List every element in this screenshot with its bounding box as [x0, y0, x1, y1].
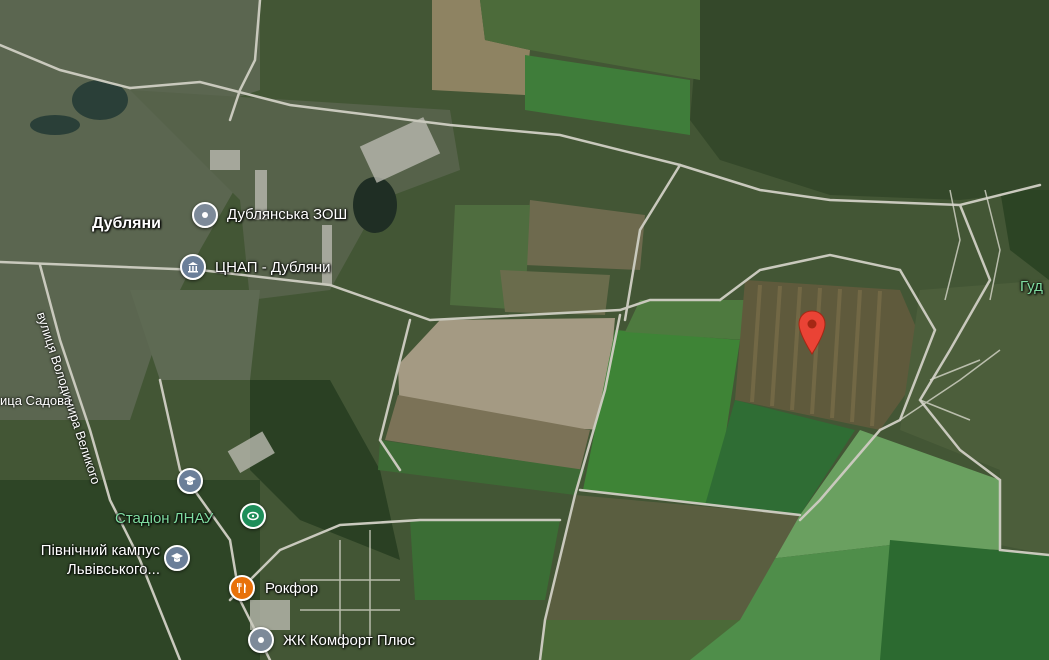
campus-poi-marker[interactable]: [177, 468, 203, 494]
field: [880, 540, 1049, 660]
field: [410, 520, 560, 600]
campus-label-line2[interactable]: Львівського...: [14, 561, 160, 579]
campus-label-line1[interactable]: Північний кампус: [14, 542, 160, 560]
graduation-cap-icon: [184, 476, 196, 485]
restaurant-poi-marker[interactable]: [229, 575, 255, 601]
residential-poi-marker[interactable]: [248, 627, 274, 653]
admin-center-label[interactable]: ЦНАП - Дубляни: [215, 259, 331, 277]
school-poi-marker[interactable]: [192, 202, 218, 228]
pond: [30, 115, 80, 135]
map-marker-icon[interactable]: [797, 310, 827, 356]
pond: [353, 177, 397, 233]
edge-place-label[interactable]: Гуд: [1020, 278, 1043, 296]
admin-center-poi-marker[interactable]: [180, 254, 206, 280]
field: [500, 270, 610, 315]
stadium-poi-marker[interactable]: [240, 503, 266, 529]
pin-icon: [258, 637, 264, 643]
stadium-label[interactable]: Стадіон ЛНАУ: [115, 510, 213, 528]
street-label-sadova: ица Садова: [0, 393, 72, 408]
stadium-icon: [247, 511, 259, 521]
residential-label[interactable]: ЖК Комфорт Плюс: [283, 632, 415, 650]
government-icon: [188, 262, 198, 273]
fork-knife-icon: [237, 583, 246, 593]
school-label[interactable]: Дублянська ЗОШ: [227, 206, 347, 224]
graduation-cap-icon: [171, 553, 183, 562]
town-label[interactable]: Дубляни: [92, 215, 161, 233]
pin-icon: [202, 212, 208, 218]
campus-poi-marker-2[interactable]: [164, 545, 190, 571]
restaurant-label[interactable]: Рокфор: [265, 580, 318, 598]
